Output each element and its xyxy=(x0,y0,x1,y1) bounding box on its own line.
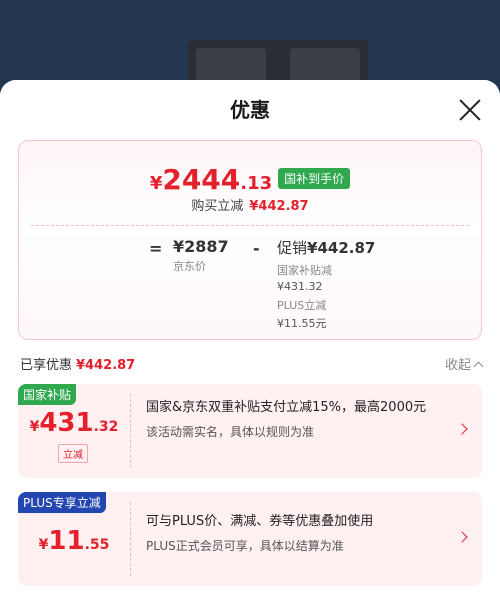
coupon-title: 可与PLUS价、满减、券等优惠叠加使用 xyxy=(146,514,374,529)
discount-label: 购买立减 xyxy=(191,199,244,214)
coupon-amount-integer: 431 xyxy=(39,408,94,438)
coupon-title: 国家&京东双重补贴支付立减15%，最高2000元 xyxy=(146,400,427,415)
chevron-right-icon[interactable] xyxy=(456,531,468,543)
coupon-separator xyxy=(130,502,131,576)
collapse-label: 收起 xyxy=(444,358,471,373)
coupon-description: 国家&京东双重补贴支付立减15%，最高2000元 该活动需实名，具体以规则为准 xyxy=(146,398,448,442)
coupon-value-block: PLUS专享立减 ¥11.55 xyxy=(18,492,130,586)
final-price-currency: ¥ xyxy=(149,173,163,194)
final-price-row: ¥2444.13 国补到手价 xyxy=(19,163,481,196)
final-price-integer: 2444 xyxy=(162,163,241,196)
chevron-right-icon[interactable] xyxy=(456,423,468,435)
coupon-value-block: 国家补贴 ¥431.32 立减 xyxy=(18,384,130,478)
coupon-amount: ¥431.32 xyxy=(18,408,130,438)
enjoyed-discount-row: 已享优惠 ¥442.87 收起 xyxy=(18,340,484,384)
promo-label: 促销 xyxy=(277,239,308,257)
equals-sign: = xyxy=(149,239,163,258)
coupon-plus-discount[interactable]: PLUS专享立减 ¥11.55 可与PLUS价、满减、券等优惠叠加使用 PLUS… xyxy=(18,492,482,586)
coupon-currency: ¥ xyxy=(38,537,49,553)
sheet-header: 优惠 xyxy=(0,80,500,140)
price-summary-card: ¥2444.13 国补到手价 购买立减 ¥442.87 = ¥2887 京东价 - … xyxy=(18,140,482,340)
coupon-description: 可与PLUS价、满减、券等优惠叠加使用 PLUS正式会员可享，具体以结算为准 xyxy=(146,512,448,556)
coupon-amount: ¥11.55 xyxy=(18,526,130,556)
subsidy-price-tag: 国补到手价 xyxy=(278,168,351,189)
final-price-decimal: .13 xyxy=(240,173,273,194)
coupon-amount-integer: 11 xyxy=(48,526,85,556)
coupon-note: 该活动需实名，具体以规则为准 xyxy=(146,425,315,439)
plus-discount-label: PLUS立减 xyxy=(277,299,327,312)
enjoyed-amount: ¥442.87 xyxy=(76,358,136,373)
chevron-up-icon xyxy=(473,361,484,372)
discount-sheet: 优惠 ¥2444.13 国补到手价 购买立减 ¥442.87 = ¥2887 京东价… xyxy=(0,80,500,600)
promo-line: 促销¥442.87 xyxy=(277,237,375,258)
minus-sign: - xyxy=(253,239,260,258)
coupon-note: PLUS正式会员可享，具体以结算为准 xyxy=(146,539,344,553)
promo-amount: ¥442.87 xyxy=(307,239,376,257)
collapse-button[interactable]: 收起 xyxy=(444,354,484,373)
jd-price-block: ¥2887 京东价 xyxy=(173,237,229,274)
coupon-amount-decimal: .32 xyxy=(93,419,119,435)
coupon-currency: ¥ xyxy=(29,419,40,435)
coupon-amount-decimal: .55 xyxy=(84,537,110,553)
national-subsidy-amount: ¥431.32 xyxy=(277,280,323,293)
sheet-title: 优惠 xyxy=(230,98,270,122)
final-price: ¥2444.13 xyxy=(149,163,273,196)
dashed-divider xyxy=(31,225,469,226)
promo-block: 促销¥442.87 国家补贴减 ¥431.32 PLUS立减 ¥11.55元 xyxy=(277,237,375,331)
plus-discount-amount: ¥11.55元 xyxy=(277,317,327,330)
enjoyed-label: 已享优惠 xyxy=(20,358,73,373)
close-icon[interactable] xyxy=(458,98,482,122)
coupon-tag: 国家补贴 xyxy=(18,384,77,405)
coupon-type-badge: 立减 xyxy=(58,444,88,463)
coupon-separator xyxy=(130,394,131,468)
jd-price: ¥2887 xyxy=(173,237,229,256)
discount-amount: ¥442.87 xyxy=(249,199,309,214)
coupon-tag: PLUS专享立减 xyxy=(18,492,106,513)
discount-line: 购买立减 ¥442.87 xyxy=(19,195,481,214)
sheet-body: ¥2444.13 国补到手价 购买立减 ¥442.87 = ¥2887 京东价 - … xyxy=(0,140,500,600)
coupon-national-subsidy[interactable]: 国家补贴 ¥431.32 立减 国家&京东双重补贴支付立减15%，最高2000元… xyxy=(18,384,482,478)
enjoyed-discount: 已享优惠 ¥442.87 xyxy=(20,354,135,373)
jd-price-label: 京东价 xyxy=(173,260,206,273)
national-subsidy-label: 国家补贴减 xyxy=(277,264,332,277)
